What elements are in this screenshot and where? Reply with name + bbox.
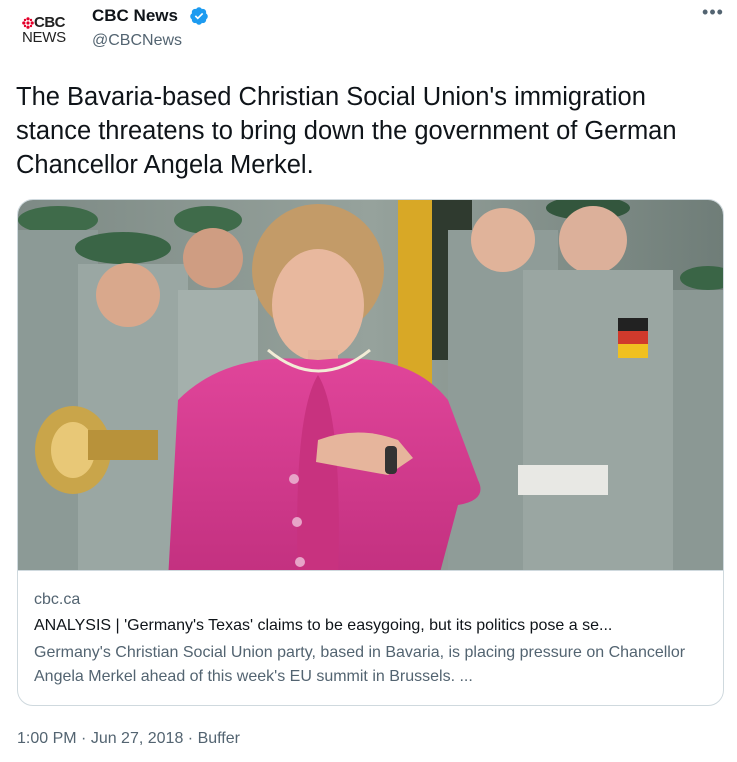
author-name[interactable]: CBC News <box>92 5 178 27</box>
author-handle[interactable]: @CBCNews <box>92 30 182 52</box>
tweet[interactable]: CBC NEWS CBC News @CBCNews ••• The Bavar… <box>0 0 737 762</box>
separator: · <box>76 730 91 747</box>
tweet-time[interactable]: 1:00 PM <box>17 730 77 747</box>
link-card[interactable]: cbc.ca ANALYSIS | 'Germany's Texas' clai… <box>17 199 724 706</box>
card-description: Germany's Christian Social Union party, … <box>34 644 686 685</box>
avatar-logo-subtext: NEWS <box>22 29 66 46</box>
card-photo[interactable] <box>18 200 723 570</box>
tweet-source[interactable]: Buffer <box>198 730 240 747</box>
cbc-gem-icon <box>22 17 34 29</box>
tweet-text: The Bavaria-based Christian Social Union… <box>16 83 677 179</box>
tweet-timestamp: 1:00 PM · Jun 27, 2018 · Buffer <box>17 728 240 750</box>
tweet-date[interactable]: Jun 27, 2018 <box>91 730 184 747</box>
separator: · <box>183 730 198 747</box>
card-domain: cbc.ca <box>34 591 81 608</box>
avatar[interactable]: CBC NEWS <box>22 14 74 48</box>
card-info[interactable]: cbc.ca ANALYSIS | 'Germany's Texas' clai… <box>18 570 723 705</box>
more-dots-icon[interactable]: ••• <box>700 2 726 28</box>
verified-badge-icon <box>190 7 208 25</box>
card-title[interactable]: ANALYSIS | 'Germany's Texas' claims to b… <box>34 615 714 637</box>
